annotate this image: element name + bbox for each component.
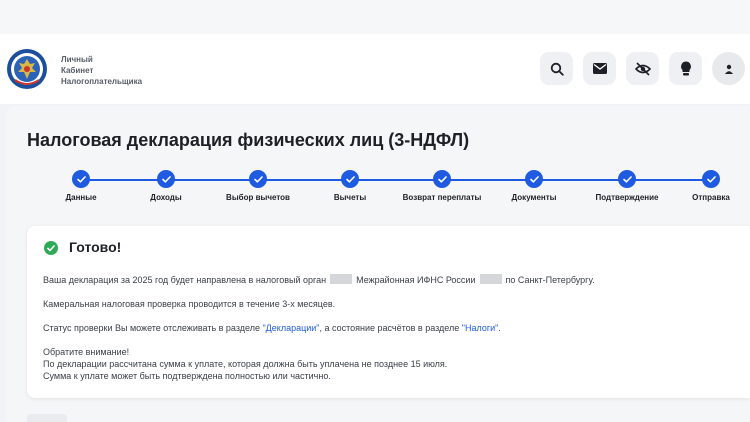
- brand-line-2: Кабинет: [61, 66, 94, 75]
- brand-text: Личный Кабинет Налогоплательщика: [61, 54, 142, 87]
- check-circle-icon: [44, 241, 58, 255]
- user-icon: [724, 64, 734, 74]
- bottom-tab: [27, 414, 67, 422]
- step-check-icon: [618, 170, 636, 188]
- step-label: Отправка: [692, 193, 730, 202]
- progress-stepper: Данные Доходы Выбор вычетов Вычеты Возврат п…: [0, 170, 750, 210]
- step-check-icon: [249, 170, 267, 188]
- browser-top-strip: [0, 0, 750, 34]
- destination-text: Ваша декларация за 2025 год будет направ…: [43, 274, 595, 286]
- note-heading: Обратите внимание!: [43, 347, 130, 357]
- step-check-icon: [72, 170, 90, 188]
- redacted-block: [479, 274, 502, 284]
- note-due-date: По декларации рассчитана сумма к уплате,…: [43, 359, 448, 369]
- taxes-link[interactable]: "Налоги": [462, 323, 499, 333]
- status-text-part-3: .: [498, 323, 501, 333]
- messages-button[interactable]: [583, 52, 616, 85]
- mail-icon: [592, 63, 607, 74]
- status-tracking-text: Статус проверки Вы можете отслеживать в …: [43, 322, 501, 334]
- destination-text-part-2: Межрайонная ИФНС России: [356, 275, 476, 285]
- visibility-button[interactable]: [626, 52, 659, 85]
- header: Личный Кабинет Налогоплательщика: [0, 34, 750, 104]
- step-check-icon: [702, 170, 720, 188]
- redacted-block: [330, 274, 353, 284]
- brand-line-1: Личный: [61, 55, 93, 64]
- status-text-part-2: , а состояние расчётов в разделе: [319, 323, 462, 333]
- status-text-part-1: Статус проверки Вы можете отслеживать в …: [43, 323, 263, 333]
- destination-text-part-3: по Санкт-Петербургу.: [505, 275, 595, 285]
- step-check-icon: [525, 170, 543, 188]
- audit-period-text: Камеральная налоговая проверка проводитс…: [43, 299, 336, 309]
- tips-button[interactable]: [669, 52, 702, 85]
- search-icon: [550, 62, 564, 76]
- declarations-link[interactable]: "Декларации": [262, 323, 319, 333]
- result-title: Готово!: [69, 239, 122, 255]
- step-check-icon: [341, 170, 359, 188]
- fns-logo[interactable]: [6, 48, 48, 90]
- result-card: Готово! Ваша декларация за 2025 год буде…: [27, 226, 750, 398]
- page-title: Налоговая декларация физических лиц (3-Н…: [27, 130, 470, 150]
- search-button[interactable]: [540, 52, 573, 85]
- step-check-icon: [433, 170, 451, 188]
- step-check-icon: [157, 170, 175, 188]
- profile-button[interactable]: [712, 52, 745, 85]
- brand-line-3: Налогоплательщика: [61, 77, 143, 86]
- note-confirmation: Сумма к уплате может быть подтверждена п…: [43, 371, 331, 381]
- eye-off-icon: [634, 61, 651, 76]
- destination-text-part-1: Ваша декларация за 2025 год будет направ…: [43, 275, 327, 285]
- stepper-line: [81, 179, 711, 181]
- lightbulb-icon: [680, 61, 692, 76]
